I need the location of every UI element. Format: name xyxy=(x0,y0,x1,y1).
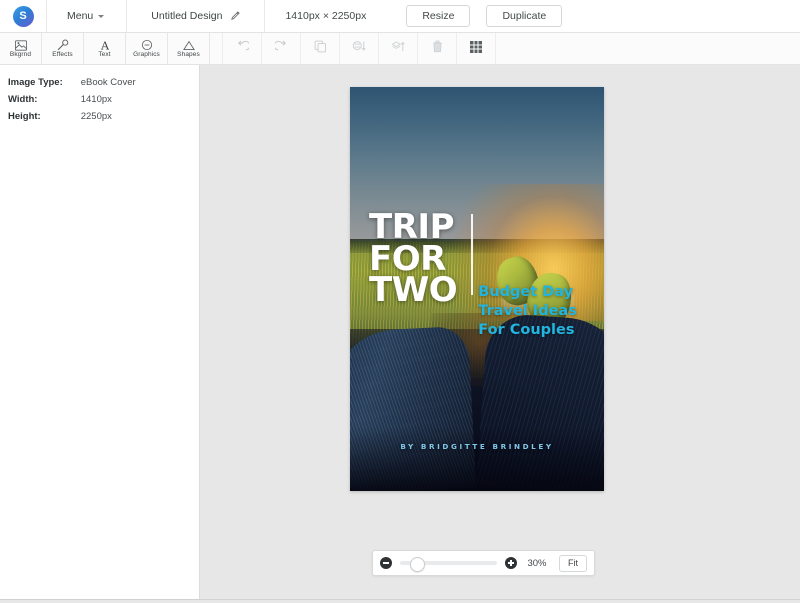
zoom-fit-button[interactable]: Fit xyxy=(559,554,587,572)
image-editor-window: S Menu Untitled Design 1410px × 2250px R… xyxy=(0,0,800,603)
layer-up-icon xyxy=(390,40,406,58)
table-row: Width: 1410px xyxy=(8,94,136,111)
zoom-in-button[interactable] xyxy=(505,557,517,569)
chevron-down-icon xyxy=(98,15,105,18)
copy-icon xyxy=(314,40,327,58)
zoom-slider-handle[interactable] xyxy=(410,556,425,572)
graphics-circle-icon xyxy=(141,39,153,51)
info-value: eBook Cover xyxy=(80,77,136,88)
canvas-workspace[interactable]: TRIP FOR TWO Budget Day Travel Ideas For… xyxy=(200,65,800,599)
app-logo[interactable]: S xyxy=(0,0,46,32)
tool-tab-label: Shapes xyxy=(177,51,200,59)
table-row: Height: 2250px xyxy=(8,111,136,128)
top-header-bar: S Menu Untitled Design 1410px × 2250px R… xyxy=(0,0,800,33)
magic-wand-icon xyxy=(57,39,69,51)
tool-tab-group: Bkgrnd Effects A Text Graphics Shapes xyxy=(0,33,210,64)
tool-tab-label: Graphics xyxy=(133,51,160,59)
duplicate-layer-button[interactable] xyxy=(301,33,340,64)
info-key: Width: xyxy=(8,94,38,105)
menu-button[interactable]: Menu xyxy=(47,0,126,32)
zoom-control-bar: 30% Fit xyxy=(372,550,595,576)
action-button-group xyxy=(222,33,496,64)
triangle-shape-icon xyxy=(182,39,195,51)
send-backward-button[interactable] xyxy=(340,33,379,64)
tool-tab-bkgrnd[interactable]: Bkgrnd xyxy=(0,33,42,64)
tool-tab-effects[interactable]: Effects xyxy=(42,33,84,64)
tool-tab-text[interactable]: A Text xyxy=(84,33,126,64)
text-a-icon: A xyxy=(99,39,111,52)
delete-button[interactable] xyxy=(418,33,457,64)
info-key: Image Type: xyxy=(8,77,63,88)
pencil-icon[interactable] xyxy=(230,11,241,21)
design-title-text: Untitled Design xyxy=(151,10,223,22)
undo-button[interactable] xyxy=(222,33,262,64)
resize-button[interactable]: Resize xyxy=(406,4,471,28)
tool-tab-graphics[interactable]: Graphics xyxy=(126,33,168,64)
canvas-dimensions-label: 1410px × 2250px xyxy=(285,10,367,22)
trash-icon xyxy=(432,40,443,58)
tool-tab-label: Effects xyxy=(52,51,73,59)
table-row: Image Type: eBook Cover xyxy=(8,77,136,94)
redo-button[interactable] xyxy=(262,33,301,64)
grid-toggle-button[interactable] xyxy=(457,33,496,64)
undo-arrow-icon xyxy=(236,40,250,58)
editor-toolbar: Bkgrnd Effects A Text Graphics Shapes xyxy=(0,33,800,65)
grid-icon xyxy=(470,40,482,58)
redo-arrow-icon xyxy=(273,40,288,58)
menu-label: Menu xyxy=(67,10,94,22)
cover-text-layer: TRIP FOR TWO Budget Day Travel Ideas For… xyxy=(350,87,604,491)
cover-author-byline[interactable]: BY BRIDGITTE BRINDLEY xyxy=(350,442,604,451)
tool-tab-label: Text xyxy=(98,51,111,59)
info-value: 2250px xyxy=(80,111,112,122)
cover-subtitle[interactable]: Budget Day Travel Ideas For Couples xyxy=(478,283,577,340)
cover-subtitle-line-1: Budget Day xyxy=(478,283,574,300)
design-title-field[interactable]: Untitled Design xyxy=(127,0,264,32)
layer-down-icon xyxy=(352,40,367,58)
duplicate-button[interactable]: Duplicate xyxy=(486,4,563,28)
cover-title[interactable]: TRIP FOR TWO xyxy=(369,210,458,311)
design-canvas[interactable]: TRIP FOR TWO Budget Day Travel Ideas For… xyxy=(350,87,604,491)
image-info-table: Image Type: eBook Cover Width: 1410px He… xyxy=(8,77,136,128)
zoom-slider-track[interactable] xyxy=(400,556,497,572)
logo-letter: S xyxy=(12,5,34,27)
cover-title-line-3: TWO xyxy=(369,270,458,311)
cover-subtitle-line-2: Travel Ideas xyxy=(478,303,577,320)
left-info-panel: Image Type: eBook Cover Width: 1410px He… xyxy=(0,65,200,599)
zoom-out-button[interactable] xyxy=(380,557,392,569)
svg-text:A: A xyxy=(99,40,109,52)
tool-tab-shapes[interactable]: Shapes xyxy=(168,33,210,64)
cover-subtitle-line-3: For Couples xyxy=(478,322,575,339)
info-key: Height: xyxy=(8,111,41,122)
background-image-icon xyxy=(14,39,27,51)
zoom-percent-label: 30% xyxy=(527,557,547,569)
cover-vertical-divider xyxy=(470,214,473,296)
window-bottom-strip xyxy=(0,599,800,603)
bring-forward-button[interactable] xyxy=(379,33,418,64)
editor-body: Image Type: eBook Cover Width: 1410px He… xyxy=(0,65,800,599)
info-value: 1410px xyxy=(80,94,112,105)
tool-tab-label: Bkgrnd xyxy=(9,51,32,59)
